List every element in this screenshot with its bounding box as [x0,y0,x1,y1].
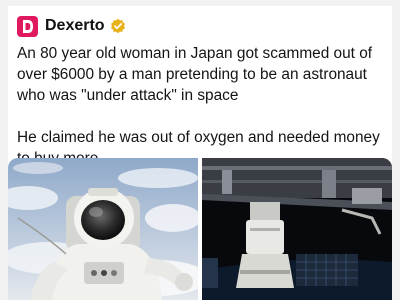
space-station-photo[interactable] [202,158,392,300]
astronaut-spacewalk-photo[interactable] [8,158,198,300]
tweet-paragraph-1: An 80 year old woman in Japan got scamme… [17,45,373,104]
tweet-card[interactable]: Dexerto An 80 year old woman in Japan go… [8,6,392,300]
dexerto-logo-icon[interactable] [17,15,38,37]
account-name[interactable]: Dexerto [45,17,105,35]
tweet-text: An 80 year old woman in Japan got scamme… [17,43,383,169]
verified-badge-icon [110,18,126,34]
tweet-header: Dexerto [17,15,126,37]
